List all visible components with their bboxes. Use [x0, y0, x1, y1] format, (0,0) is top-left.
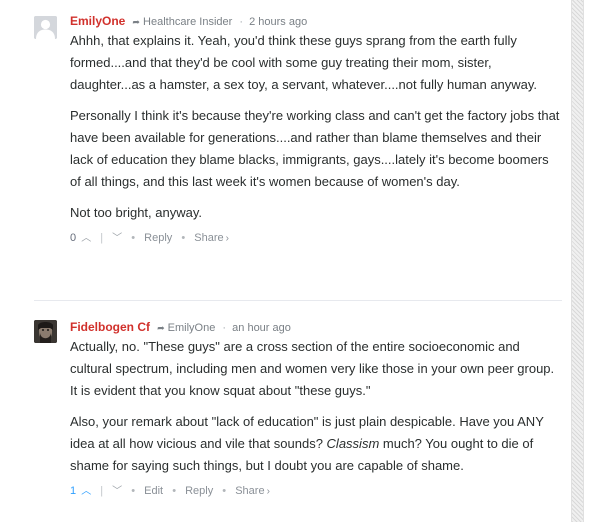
- avatar[interactable]: [34, 16, 57, 39]
- default-avatar-icon: [34, 16, 57, 39]
- reply-to-user[interactable]: Healthcare Insider: [143, 16, 232, 28]
- reply-link[interactable]: Reply: [185, 481, 213, 501]
- share-link[interactable]: Share ›: [194, 228, 229, 249]
- vote-count: 1: [70, 485, 77, 497]
- chevron-down-icon[interactable]: ﹀: [112, 229, 122, 249]
- avatar[interactable]: [34, 320, 57, 343]
- separator-dot: •: [222, 485, 227, 497]
- comment-paragraph: Personally I think it's because they're …: [70, 108, 560, 189]
- chevron-down-icon[interactable]: ﹀: [112, 482, 122, 502]
- comment-header: EmilyOne ➦ Healthcare Insider · 2 hours …: [70, 12, 562, 30]
- vote-count: 0: [70, 232, 77, 244]
- user-avatar-icon: [34, 320, 57, 343]
- comment-thread: EmilyOne ➦ Healthcare Insider · 2 hours …: [34, 0, 562, 501]
- scrollbar[interactable]: [571, 0, 584, 522]
- share-arrow-icon: ➦: [157, 323, 165, 333]
- chevron-right-icon: ›: [266, 486, 270, 497]
- chevron-up-icon[interactable]: ︿: [81, 229, 91, 249]
- separator-dot: ·: [239, 16, 244, 28]
- comment-body: Ahhh, that explains it. Yeah, you'd thin…: [70, 30, 562, 224]
- comment-paragraph: Ahhh, that explains it. Yeah, you'd thin…: [70, 33, 538, 92]
- share-link[interactable]: Share ›: [235, 481, 270, 502]
- emphasis-text: Classism: [326, 436, 380, 451]
- vote-divider: |: [100, 485, 104, 497]
- vote-divider: |: [100, 232, 104, 244]
- share-label: Share: [235, 485, 265, 497]
- comment-body: Actually, no. "These guys" are a cross s…: [70, 336, 562, 477]
- comment-paragraph: Actually, no. "These guys" are a cross s…: [70, 339, 555, 398]
- reply-link[interactable]: Reply: [144, 228, 172, 248]
- comment: EmilyOne ➦ Healthcare Insider · 2 hours …: [34, 0, 562, 300]
- separator-dot: •: [131, 485, 136, 497]
- separator-dot: ·: [222, 322, 227, 334]
- separator-dot: •: [172, 485, 177, 497]
- share-arrow-icon: ➦: [132, 17, 140, 27]
- share-label: Share: [194, 232, 224, 244]
- comment-footer: 1 ︿ | ﹀ • Edit • Reply • Share ›: [70, 481, 562, 501]
- timestamp[interactable]: an hour ago: [232, 322, 291, 334]
- comment-paragraph: Also, your remark about "lack of educati…: [70, 411, 562, 477]
- comment: Fidelbogen Cf ➦ EmilyOne · an hour ago A…: [34, 300, 562, 501]
- separator-dot: •: [181, 232, 186, 244]
- comments-page: EmilyOne ➦ Healthcare Insider · 2 hours …: [0, 0, 591, 522]
- separator-dot: •: [131, 232, 136, 244]
- author-name[interactable]: Fidelbogen Cf: [70, 320, 150, 334]
- timestamp[interactable]: 2 hours ago: [249, 16, 307, 28]
- comment-paragraph: Not too bright, anyway.: [70, 205, 202, 220]
- author-name[interactable]: EmilyOne: [70, 14, 125, 28]
- comment-footer: 0 ︿ | ﹀ • Reply • Share ›: [70, 228, 562, 248]
- edit-link[interactable]: Edit: [144, 481, 163, 501]
- reply-to-user[interactable]: EmilyOne: [168, 322, 216, 334]
- chevron-right-icon: ›: [225, 233, 229, 244]
- comment-header: Fidelbogen Cf ➦ EmilyOne · an hour ago: [70, 318, 562, 336]
- chevron-up-icon[interactable]: ︿: [81, 482, 91, 502]
